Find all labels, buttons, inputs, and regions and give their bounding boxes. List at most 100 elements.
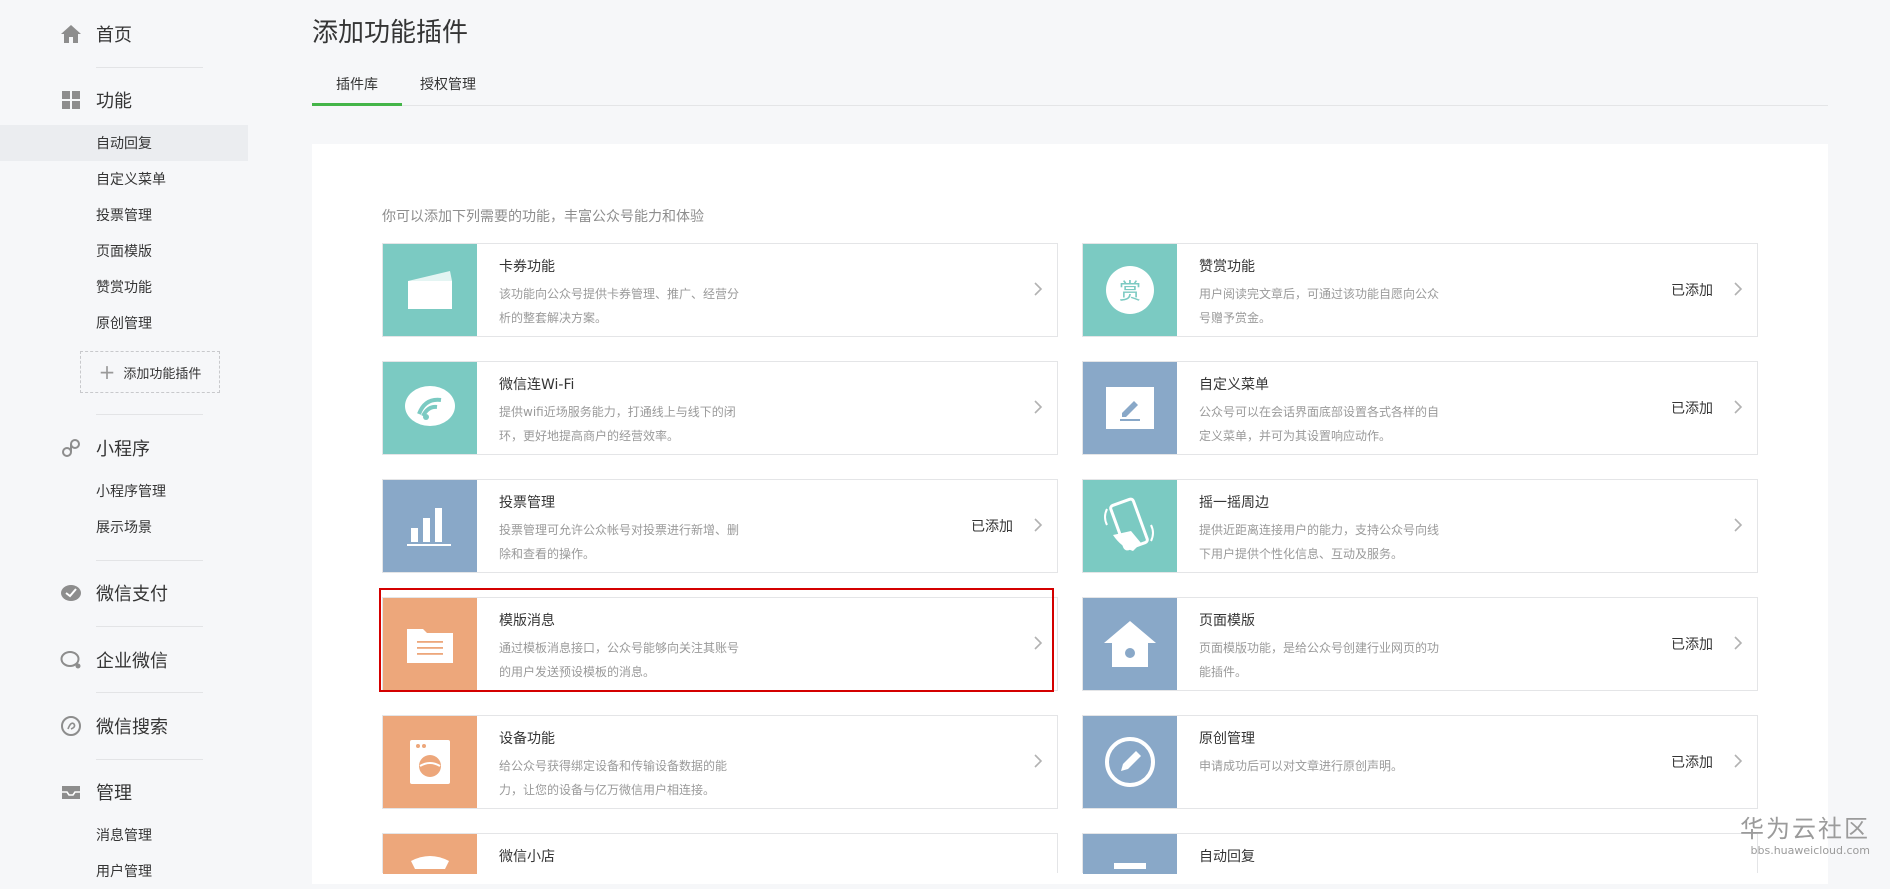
wechat-pay-icon bbox=[60, 582, 82, 604]
chevron-right-icon bbox=[1734, 754, 1743, 768]
tab-authorization[interactable]: 授权管理 bbox=[420, 66, 476, 105]
sidebar-item-messages[interactable]: 消息管理 bbox=[0, 817, 248, 853]
bar-chart-icon bbox=[383, 480, 477, 572]
divider bbox=[96, 759, 203, 760]
reward-icon: 赏 bbox=[1083, 244, 1177, 336]
add-plugin-label: 添加功能插件 bbox=[123, 366, 202, 382]
plugin-desc: 给公众号获得绑定设备和传输设备数据的能力，让您的设备与亿万微信用户相连接。 bbox=[499, 759, 728, 797]
page-title: 添加功能插件 bbox=[312, 18, 469, 48]
plugin-desc: 提供wifi近场服务能力，打通线上与线下的闭环，更好地提高商户的经营效率。 bbox=[499, 405, 736, 443]
sidebar-item-auto-reply[interactable]: 自动回复 bbox=[0, 125, 248, 161]
plugin-card-custom-menu[interactable]: 自定义菜单 公众号可以在会话界面底部设置各式各样的自定义菜单，并可为其设置响应动… bbox=[1082, 361, 1758, 455]
plugin-desc: 申请成功后可以对文章进行原创声明。 bbox=[1199, 759, 1404, 773]
sidebar-item-miniprogram-manage[interactable]: 小程序管理 bbox=[0, 473, 248, 509]
plugin-name: 原创管理 bbox=[1199, 731, 1255, 747]
sidebar-function-label: 功能 bbox=[96, 91, 132, 112]
divider bbox=[96, 692, 203, 693]
plugin-card-shop[interactable]: 微信小店 bbox=[382, 833, 1058, 874]
plugin-name: 投票管理 bbox=[499, 495, 555, 511]
sidebar-item-scenes[interactable]: 展示场景 bbox=[0, 509, 248, 545]
chevron-right-icon bbox=[1034, 400, 1043, 414]
plugin-desc: 页面模版功能，是给公众号创建行业网页的功能插件。 bbox=[1199, 641, 1440, 679]
plugin-card-auto-reply[interactable]: 自动回复 bbox=[1082, 833, 1758, 874]
sidebar-section-function[interactable]: 功能 bbox=[60, 85, 132, 115]
sidebar: 首页 功能 自动回复 自定义菜单 投票管理 页面模版 赞赏功能 原创管理 + 添… bbox=[0, 0, 248, 880]
sidebar-item-reward[interactable]: 赞赏功能 bbox=[0, 269, 248, 305]
sidebar-item-users[interactable]: 用户管理 bbox=[0, 853, 248, 889]
grid-icon bbox=[60, 89, 82, 111]
plugin-card-wifi[interactable]: 微信连Wi-Fi 提供wifi近场服务能力，打通线上与线下的闭环，更好地提高商户… bbox=[382, 361, 1058, 455]
chevron-right-icon bbox=[1734, 636, 1743, 650]
sidebar-section-manage[interactable]: 管理 bbox=[60, 777, 132, 807]
sidebar-item-vote[interactable]: 投票管理 bbox=[0, 197, 248, 233]
sidebar-search-label: 微信搜索 bbox=[96, 717, 168, 738]
plugin-name: 设备功能 bbox=[499, 731, 555, 747]
inbox-icon bbox=[60, 781, 82, 803]
plugin-card-shake[interactable]: 摇一摇周边 提供近距离连接用户的能力，支持公众号向线下用户提供个性化信息、互动及… bbox=[1082, 479, 1758, 573]
plus-icon: + bbox=[98, 360, 116, 384]
watermark-brand: 华为云社区 bbox=[1740, 815, 1870, 843]
home-icon bbox=[60, 23, 82, 45]
tab-plugin-library[interactable]: 插件库 bbox=[312, 66, 402, 106]
plugin-name: 微信小店 bbox=[499, 849, 555, 865]
sidebar-item-custom-menu[interactable]: 自定义菜单 bbox=[0, 161, 248, 197]
shake-icon bbox=[1083, 480, 1177, 572]
plugin-card-device[interactable]: 设备功能 给公众号获得绑定设备和传输设备数据的能力，让您的设备与亿万微信用户相连… bbox=[382, 715, 1058, 809]
divider bbox=[96, 626, 203, 627]
card-icon bbox=[383, 244, 477, 336]
sidebar-item-label: 消息管理 bbox=[96, 828, 152, 844]
highlight-box bbox=[379, 588, 1054, 692]
shop-icon bbox=[383, 834, 477, 874]
plugin-card-coupon[interactable]: 卡券功能 该功能向公众号提供卡券管理、推广、经营分析的整套解决方案。 bbox=[382, 243, 1058, 337]
sidebar-pay-label: 微信支付 bbox=[96, 584, 168, 605]
plugin-name: 卡券功能 bbox=[499, 259, 555, 275]
sidebar-home-label: 首页 bbox=[96, 25, 132, 46]
chevron-right-icon bbox=[1734, 282, 1743, 296]
sidebar-item-label: 展示场景 bbox=[96, 520, 152, 536]
plugin-desc: 投票管理可允许公众帐号对投票进行新增、删除和查看的操作。 bbox=[499, 523, 740, 561]
sidebar-item-label: 原创管理 bbox=[96, 316, 152, 332]
plugin-name: 摇一摇周边 bbox=[1199, 495, 1269, 511]
edit-icon bbox=[1083, 362, 1177, 454]
sidebar-item-pay[interactable]: 微信支付 bbox=[60, 578, 168, 608]
plugin-status: 已添加 bbox=[1671, 637, 1713, 653]
sidebar-item-label: 投票管理 bbox=[96, 208, 152, 224]
sidebar-item-work[interactable]: 企业微信 bbox=[60, 645, 168, 675]
plugin-card-page-template[interactable]: 页面模版 页面模版功能，是给公众号创建行业网页的功能插件。 已添加 bbox=[1082, 597, 1758, 691]
divider bbox=[96, 67, 203, 68]
sidebar-item-search[interactable]: 微信搜索 bbox=[60, 711, 168, 741]
chevron-right-icon bbox=[1034, 518, 1043, 532]
wifi-icon bbox=[383, 362, 477, 454]
sidebar-item-label: 自定义菜单 bbox=[96, 172, 166, 188]
sidebar-section-miniprogram[interactable]: 小程序 bbox=[60, 433, 150, 463]
plugin-status: 已添加 bbox=[1671, 755, 1713, 771]
plugin-card-reward[interactable]: 赏 赞赏功能 用户阅读完文章后，可通过该功能自愿向公众号赠予赏金。 已添加 bbox=[1082, 243, 1758, 337]
watermark-url: bbs.huaweicloud.com bbox=[1750, 844, 1870, 857]
home-icon bbox=[1083, 598, 1177, 690]
sidebar-item-original[interactable]: 原创管理 bbox=[0, 305, 248, 341]
pen-circle-icon bbox=[1083, 716, 1177, 808]
sidebar-item-label: 赞赏功能 bbox=[96, 280, 152, 296]
plugin-name: 页面模版 bbox=[1199, 613, 1255, 629]
sidebar-item-home[interactable]: 首页 bbox=[60, 19, 132, 49]
watermark: 华为云社区 bbs.huaweicloud.com bbox=[1740, 809, 1870, 857]
sidebar-manage-label: 管理 bbox=[96, 783, 132, 804]
add-plugin-button[interactable]: + 添加功能插件 bbox=[80, 351, 220, 393]
intro-text: 你可以添加下列需要的功能，丰富公众号能力和体验 bbox=[382, 209, 704, 225]
sidebar-item-label: 自动回复 bbox=[96, 136, 152, 152]
miniprogram-icon bbox=[60, 437, 82, 459]
plugin-card-original[interactable]: 原创管理 申请成功后可以对文章进行原创声明。 已添加 bbox=[1082, 715, 1758, 809]
plugin-name: 微信连Wi-Fi bbox=[499, 377, 575, 393]
plugin-name: 赞赏功能 bbox=[1199, 259, 1255, 275]
search-icon bbox=[60, 715, 82, 737]
divider bbox=[96, 560, 203, 561]
plugin-card-vote[interactable]: 投票管理 投票管理可允许公众帐号对投票进行新增、删除和查看的操作。 已添加 bbox=[382, 479, 1058, 573]
sidebar-item-label: 页面模版 bbox=[96, 244, 152, 260]
chevron-right-icon bbox=[1734, 518, 1743, 532]
plugin-status: 已添加 bbox=[1671, 401, 1713, 417]
tab-bar: 插件库 授权管理 bbox=[312, 66, 1828, 106]
sidebar-item-page-template[interactable]: 页面模版 bbox=[0, 233, 248, 269]
divider bbox=[96, 414, 203, 415]
plugin-desc: 用户阅读完文章后，可通过该功能自愿向公众号赠予赏金。 bbox=[1199, 287, 1440, 325]
sidebar-work-label: 企业微信 bbox=[96, 651, 168, 672]
